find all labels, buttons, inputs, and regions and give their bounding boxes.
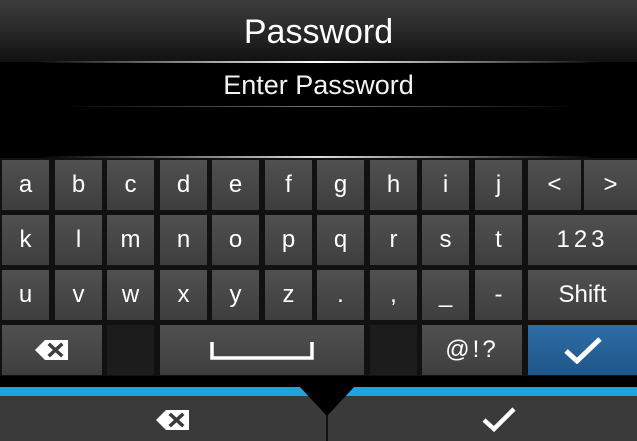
on-screen-keyboard: a b c d e f g h i j < > k l m n o p q r … <box>0 158 637 376</box>
key-label: @!? <box>445 336 499 363</box>
prompt-divider <box>60 106 577 107</box>
key-label: , <box>390 281 397 308</box>
key-label: z <box>282 281 295 308</box>
key-i[interactable]: i <box>422 160 469 210</box>
key-label: l <box>75 226 82 253</box>
key-p[interactable]: p <box>265 215 312 265</box>
cursor-right-button[interactable]: > <box>584 160 637 210</box>
key-a[interactable]: a <box>2 160 49 210</box>
key-b[interactable]: b <box>55 160 102 210</box>
key-s[interactable]: s <box>422 215 469 265</box>
key-label: 123 <box>556 226 609 253</box>
key-e[interactable]: e <box>212 160 259 210</box>
key-m[interactable]: m <box>107 215 154 265</box>
key-c[interactable]: c <box>107 160 154 210</box>
key-j[interactable]: j <box>475 160 522 210</box>
key-d[interactable]: d <box>160 160 207 210</box>
key-v[interactable]: v <box>55 270 102 320</box>
key-n[interactable]: n <box>160 215 207 265</box>
key-label: t <box>495 226 502 253</box>
numeric-mode-button[interactable]: 123 <box>528 215 637 265</box>
enter-button[interactable] <box>528 325 637 375</box>
key-label: < <box>547 171 562 198</box>
backspace-icon <box>35 340 68 360</box>
key-h[interactable]: h <box>370 160 417 210</box>
key-label: d <box>176 171 191 198</box>
key-q[interactable]: q <box>317 215 364 265</box>
backspace-icon <box>156 410 189 430</box>
space-button[interactable] <box>160 325 364 375</box>
key-label: n <box>176 226 191 253</box>
symbols-mode-button[interactable]: @!? <box>422 325 522 375</box>
key-g[interactable]: g <box>317 160 364 210</box>
key-label: r <box>389 226 398 253</box>
key-label: v <box>72 281 85 308</box>
blank-key <box>370 325 417 375</box>
check-icon <box>482 407 516 432</box>
shift-button[interactable]: Shift <box>528 270 637 320</box>
key-label: j <box>495 171 502 198</box>
key-label: . <box>337 281 344 308</box>
key-label: e <box>228 171 243 198</box>
key-label: m <box>120 226 141 253</box>
key-label: w <box>121 281 140 308</box>
key-label: x <box>177 281 190 308</box>
key-t[interactable]: t <box>475 215 522 265</box>
key-label: - <box>494 281 503 308</box>
key-label: s <box>439 226 452 253</box>
key-label: q <box>333 226 348 253</box>
key-period[interactable]: . <box>317 270 364 320</box>
key-x[interactable]: x <box>160 270 207 320</box>
confirm-button[interactable] <box>328 396 637 441</box>
key-z[interactable]: z <box>265 270 312 320</box>
key-label: o <box>228 226 243 253</box>
cancel-button[interactable] <box>0 396 326 441</box>
key-y[interactable]: y <box>212 270 259 320</box>
key-label: y <box>229 281 242 308</box>
key-label: c <box>124 171 137 198</box>
key-label: g <box>333 171 348 198</box>
key-label: _ <box>438 281 453 308</box>
key-underscore[interactable]: _ <box>422 270 469 320</box>
key-label: u <box>18 281 33 308</box>
key-label: b <box>71 171 86 198</box>
key-hyphen[interactable]: - <box>475 270 522 320</box>
key-f[interactable]: f <box>265 160 312 210</box>
key-u[interactable]: u <box>2 270 49 320</box>
backspace-button[interactable] <box>2 325 102 375</box>
key-label: Shift <box>558 281 607 308</box>
key-label: a <box>18 171 33 198</box>
space-icon <box>210 342 314 360</box>
check-icon <box>564 337 602 364</box>
key-label: p <box>281 226 296 253</box>
key-comma[interactable]: , <box>370 270 417 320</box>
page-title: Password <box>243 13 394 51</box>
key-label: i <box>442 171 449 198</box>
blank-key <box>107 325 154 375</box>
key-label: > <box>603 171 618 198</box>
indicator-notch <box>299 386 355 416</box>
prompt-label: Enter Password <box>223 70 414 100</box>
key-label: f <box>285 171 292 198</box>
key-w[interactable]: w <box>107 270 154 320</box>
key-l[interactable]: l <box>55 215 102 265</box>
key-k[interactable]: k <box>2 215 49 265</box>
key-r[interactable]: r <box>370 215 417 265</box>
title-separator <box>36 61 601 63</box>
cursor-left-button[interactable]: < <box>528 160 581 210</box>
password-input[interactable] <box>0 112 637 156</box>
key-label: h <box>386 171 401 198</box>
key-o[interactable]: o <box>212 215 259 265</box>
key-label: k <box>19 226 32 253</box>
